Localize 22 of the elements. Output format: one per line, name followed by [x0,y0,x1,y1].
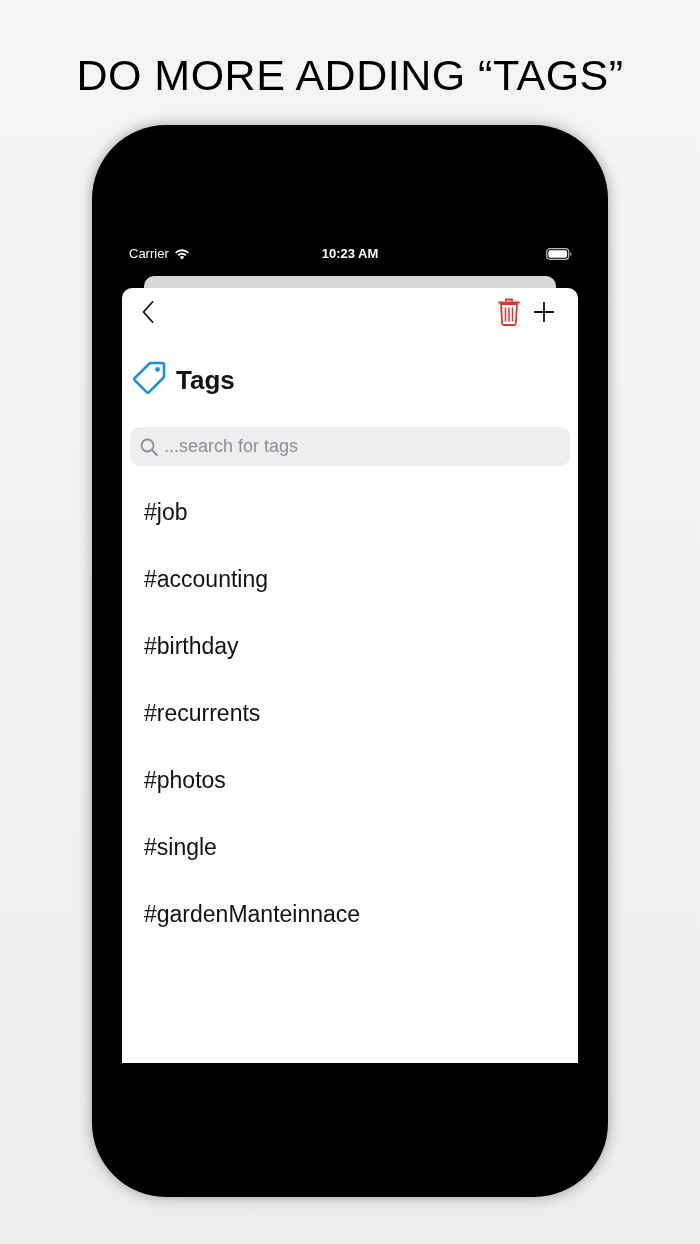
battery-icon [546,248,572,260]
back-chevron-icon [142,301,154,323]
tag-list-item[interactable]: #gardenManteinnace [122,881,361,948]
trash-icon [498,298,520,326]
back-button[interactable] [142,301,154,323]
tag-list-item[interactable]: #accounting [122,546,269,613]
tag-list-item[interactable]: #photos [122,747,226,814]
tag-list-item[interactable]: #birthday [122,613,239,680]
status-time: 10:23 AM [321,246,379,262]
add-button[interactable] [534,302,554,322]
headline: DO MORE ADDING “TAGS” [76,50,624,100]
wifi-icon [173,248,190,260]
page-title: Tags [176,364,235,396]
search-icon [140,438,158,456]
search-field[interactable]: ...search for tags [130,427,570,466]
tag-icon [132,361,166,395]
tag-list-item[interactable]: #recurrents [122,680,261,747]
carrier-label: Carrier [129,246,169,262]
tag-list-item[interactable]: #job [122,479,188,546]
delete-button[interactable] [498,298,520,326]
plus-icon [534,302,554,322]
tag-list-item[interactable]: #single [122,814,217,881]
